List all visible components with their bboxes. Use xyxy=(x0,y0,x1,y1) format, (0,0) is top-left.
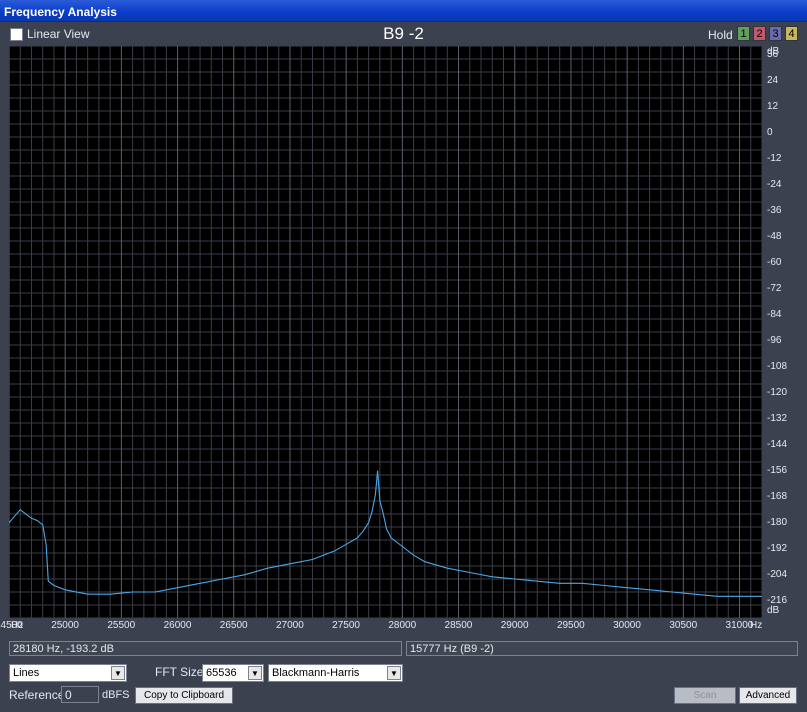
x-tick-label: 29500 xyxy=(556,620,585,631)
x-tick-label: 28000 xyxy=(388,620,417,631)
scan-button[interactable]: Scan xyxy=(674,687,736,704)
chevron-down-icon[interactable]: ▼ xyxy=(387,666,401,680)
window-function-select[interactable]: Blackmann-Harris ▼ xyxy=(268,664,403,682)
y-tick-label: -12 xyxy=(767,152,782,164)
chart-header: Linear View B9 -2 Hold 1 2 3 4 xyxy=(3,22,804,46)
y-axis: dB dB 36 24 12 0 -12 -24 -36 -48 -60 -72 -84 -96 -10… xyxy=(762,46,800,618)
chart-title: B9 -2 xyxy=(383,24,424,43)
y-axis-unit-bottom: dB xyxy=(767,605,780,616)
y-tick-label: -36 xyxy=(767,204,782,216)
cursor-readout: 28180 Hz, -193.2 dB xyxy=(9,641,402,656)
hold-label: Hold xyxy=(708,28,733,42)
chevron-down-icon[interactable]: ▼ xyxy=(248,666,262,680)
display-mode-value: Lines xyxy=(13,667,40,679)
y-tick-label: 12 xyxy=(767,100,779,112)
y-tick-label: -108 xyxy=(767,360,788,372)
y-tick-label: -84 xyxy=(767,308,782,320)
spectrum-svg[interactable] xyxy=(8,45,763,619)
y-tick-label: -180 xyxy=(767,516,788,528)
x-axis: Hz Hz 2450025000255002600026500270002750… xyxy=(0,618,762,634)
hold-button-2[interactable]: 2 xyxy=(753,26,766,41)
x-tick-label: 26500 xyxy=(219,620,248,631)
spectrum-plot[interactable] xyxy=(8,45,763,619)
y-tick-label: -168 xyxy=(767,490,788,502)
reference-label: Reference xyxy=(9,688,65,702)
y-tick-label: -144 xyxy=(767,438,788,450)
y-tick-label: 0 xyxy=(767,126,773,138)
x-tick-label: 26000 xyxy=(163,620,192,631)
reference-unit: dBFS xyxy=(102,689,130,701)
hold-button-4[interactable]: 4 xyxy=(785,26,798,41)
chevron-down-icon[interactable]: ▼ xyxy=(111,666,125,680)
fft-size-value: 65536 xyxy=(206,667,237,679)
y-tick-label: 24 xyxy=(767,74,779,86)
hold-button-3[interactable]: 3 xyxy=(769,26,782,41)
reference-input[interactable]: 0 xyxy=(61,686,99,703)
analysis-panel: Linear View B9 -2 Hold 1 2 3 4 dB dB 36 2… xyxy=(0,22,804,709)
window-function-value: Blackmann-Harris xyxy=(272,667,360,679)
y-tick-label: -216 xyxy=(767,594,788,606)
x-tick-label: 24500 xyxy=(0,620,23,631)
hold-button-1[interactable]: 1 xyxy=(737,26,750,41)
y-tick-label: -72 xyxy=(767,282,782,294)
y-tick-label: -192 xyxy=(767,542,788,554)
peak-readout: 15777 Hz (B9 -2) xyxy=(406,641,798,656)
x-tick-label: 31000 xyxy=(725,620,754,631)
x-tick-label: 27500 xyxy=(332,620,360,631)
advanced-button[interactable]: Advanced xyxy=(739,687,797,704)
copy-to-clipboard-button[interactable]: Copy to Clipboard xyxy=(135,687,233,704)
x-tick-label: 29000 xyxy=(500,620,529,631)
fft-size-label: FFT Size xyxy=(155,665,204,679)
x-tick-label: 25500 xyxy=(107,620,136,631)
y-tick-label: -48 xyxy=(767,230,782,242)
spectrum-series-line xyxy=(8,470,762,597)
y-tick-label: -24 xyxy=(767,178,782,190)
display-mode-select[interactable]: Lines ▼ xyxy=(9,664,127,682)
y-tick-label: -120 xyxy=(767,386,788,398)
y-tick-label: -60 xyxy=(767,256,782,268)
y-tick-label: 36 xyxy=(767,48,779,60)
x-tick-label: 27000 xyxy=(275,620,304,631)
y-tick-label: -156 xyxy=(767,464,788,476)
y-tick-label: -96 xyxy=(767,334,782,346)
y-tick-label: -132 xyxy=(767,412,788,424)
fft-size-select[interactable]: 65536 ▼ xyxy=(202,664,264,682)
x-tick-label: 28500 xyxy=(444,620,473,631)
x-tick-label: 25000 xyxy=(51,620,79,631)
x-tick-label: 30000 xyxy=(613,620,641,631)
y-tick-label: -204 xyxy=(767,568,788,580)
x-tick-label: 30500 xyxy=(669,620,698,631)
window-title: Frequency Analysis xyxy=(0,0,807,22)
